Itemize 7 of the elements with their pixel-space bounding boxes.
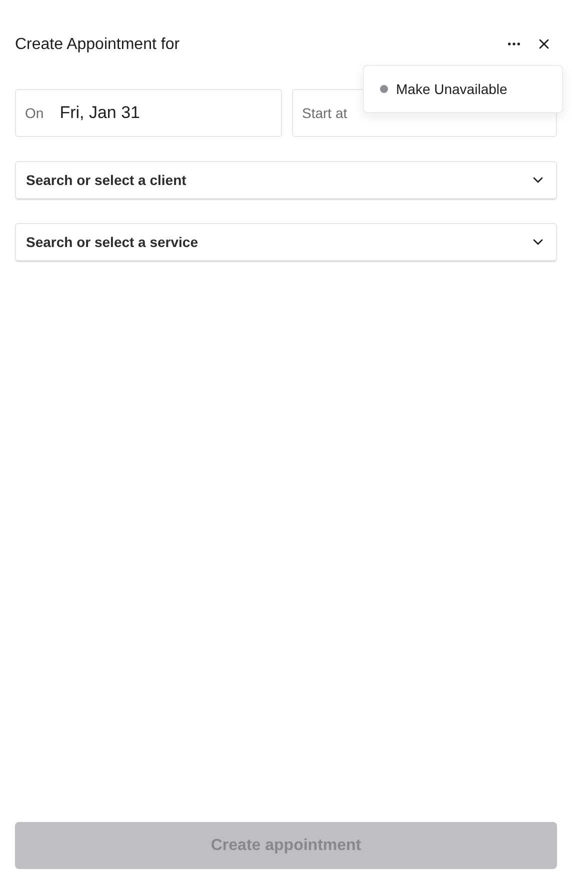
panel-title: Create Appointment for (15, 35, 180, 55)
select-dropdown[interactable]: Search or select a client (15, 161, 557, 199)
date-field[interactable]: On Fri, Jan 31 (15, 89, 282, 137)
time-label: Start at (302, 104, 348, 122)
date-label: On (25, 104, 44, 122)
date-value: Fri, Jan 31 (60, 102, 140, 124)
select-dropdown[interactable]: Search or select a service (15, 223, 557, 261)
